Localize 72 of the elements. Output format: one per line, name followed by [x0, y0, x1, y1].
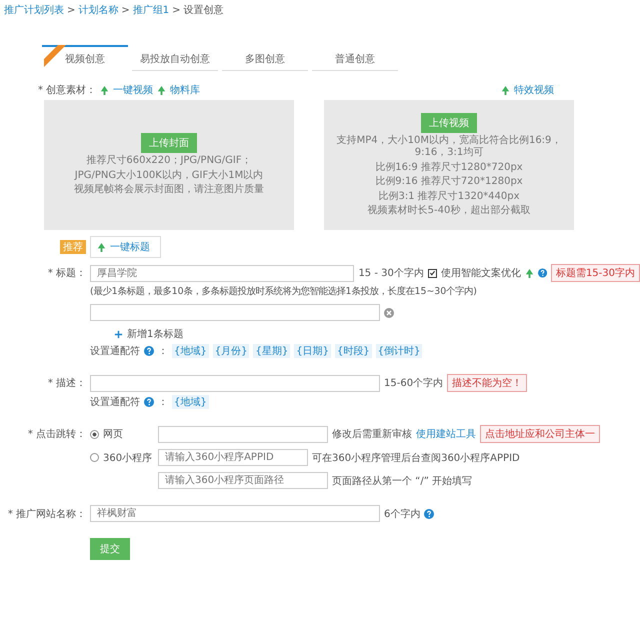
material-link[interactable]: 一键视频 — [113, 83, 154, 97]
error-message: 标题需15-30字内 — [550, 264, 640, 282]
field-label: * 描述： — [46, 376, 86, 390]
upload-hint: 视频素材时长5-40秒，超出部分截取 — [368, 205, 530, 218]
material-link[interactable]: 物料库 — [170, 83, 200, 97]
auto-title-button[interactable]: 一键标题 — [90, 236, 161, 258]
breadcrumb-separator: > — [172, 4, 181, 16]
submit-button[interactable]: 提交 — [90, 538, 130, 560]
upload-button[interactable]: 上传封面 — [141, 133, 197, 154]
radio-button[interactable] — [90, 430, 99, 438]
breadcrumb-current: 设置创意 — [184, 4, 224, 17]
plus-icon — [114, 330, 123, 338]
breadcrumb-link[interactable]: 推广计划列表 — [4, 3, 64, 17]
upload-hint: 比例16:9 推荐尺寸1280*720px — [375, 162, 523, 174]
help-icon[interactable] — [144, 397, 154, 407]
help-icon[interactable] — [424, 508, 434, 518]
error-message: 点击地址应和公司主体一 — [480, 425, 600, 443]
review-hint: 修改后需重新审核 — [332, 428, 412, 441]
upload-hint: JPG/PNG大小100K以内，GIF大小1M以内 — [74, 170, 264, 182]
upload-hint: 推荐尺寸660x220；JPG/PNG/GIF； — [86, 155, 252, 168]
add-title-link[interactable]: 新增1条标题 — [114, 327, 184, 341]
url-input[interactable] — [158, 426, 328, 442]
site-name-input[interactable]: 祥枫财富 — [90, 505, 380, 522]
wildcard-tag[interactable]: {日期} — [294, 344, 331, 358]
wildcard-tag[interactable]: {倒计时} — [376, 344, 422, 358]
appid-input[interactable]: 请输入360小程序APPID — [158, 449, 308, 466]
help-icon[interactable] — [538, 268, 547, 278]
radio-label: 网页 — [103, 428, 123, 441]
title-note: (最少1条标题，最多10条，多条标题投放时系统将为您智能选择1条投放，长度在15~30个字内) — [90, 285, 477, 298]
description-input[interactable] — [90, 374, 380, 392]
colon: ： — [158, 345, 168, 358]
length-hint: 6个字内 — [384, 508, 420, 520]
wildcard-tag[interactable]: {星期} — [253, 344, 290, 358]
upload-hint: 支持MP4，大小10M以内，宽高比符合比例16:9，9:16，3:1均可 — [336, 134, 562, 160]
wildcard-label: 设置通配符 — [90, 396, 140, 409]
breadcrumb-separator: > — [121, 4, 130, 16]
help-icon[interactable] — [144, 346, 154, 356]
radio-label: 360小程序 — [103, 452, 152, 464]
upload-hint: 比例3:1 推荐尺寸1320*440px — [378, 190, 520, 203]
field-label: * 点击跳转： — [26, 428, 86, 441]
field-label: * 创意素材： — [38, 84, 96, 97]
field-label: * 标题： — [46, 266, 86, 280]
length-hint: 15 - 30个字内 — [358, 266, 424, 280]
path-input[interactable]: 请输入360小程序页面路径 — [158, 472, 328, 489]
length-hint: 15-60个字内 — [384, 376, 444, 390]
effect-video-link[interactable]: 特效视频 — [514, 83, 554, 97]
checkbox-label: 使用智能文案优化 — [440, 266, 521, 280]
wildcard-tag[interactable]: {时段} — [334, 344, 372, 358]
breadcrumb-separator: > — [67, 4, 76, 16]
upload-hint: 比例9:16 推荐尺寸720*1280px — [375, 176, 523, 188]
wildcard-label: 设置通配符 — [90, 344, 140, 358]
title-input[interactable] — [90, 304, 380, 321]
upload-area[interactable]: 上传视频 支持MP4，大小10M以内，宽高比符合比例16:9，9:16，3:1均可 比例16:9 推荐尺寸1280*720px 比例9:16 推荐尺寸720*1280px 比例3:1 推荐尺寸1320*440px 视频素材时长5-40秒，超出部分截取 — [324, 100, 574, 230]
wildcard-tag[interactable]: {月份} — [212, 344, 250, 358]
breadcrumb-link[interactable]: 计划名称 — [78, 3, 118, 17]
remove-icon[interactable] — [384, 308, 394, 318]
upload-area[interactable]: 上传封面 推荐尺寸660x220；JPG/PNG/GIF； JPG/PNG大小100K以内，GIF大小1M以内 视频尾帧将会展示封面图，请注意图片质量 — [44, 100, 294, 230]
wildcard-tag[interactable]: {地域} — [172, 344, 209, 358]
breadcrumb-link[interactable]: 推广组1 — [132, 3, 170, 17]
field-label: * 推广网站名称： — [6, 508, 86, 520]
appid-hint: 可在360小程序管理后台查阅360小程序APPID — [312, 452, 520, 464]
site-builder-link[interactable]: 使用建站工具 — [416, 427, 476, 441]
checkbox[interactable] — [428, 268, 437, 278]
upload-hint: 视频尾帧将会展示封面图，请注意图片质量 — [74, 184, 264, 197]
path-hint: 页面路径从第一个 “/” 开始填写 — [332, 474, 472, 488]
title-input[interactable]: 厚昌学院 — [90, 264, 354, 282]
wildcard-tag[interactable]: {地域} — [172, 395, 209, 409]
upload-button[interactable]: 上传视频 — [421, 112, 477, 132]
error-message: 描述不能为空！ — [447, 374, 528, 392]
recommend-badge: 推荐 — [60, 240, 86, 254]
radio-button[interactable] — [90, 453, 99, 462]
colon: ： — [158, 396, 168, 409]
